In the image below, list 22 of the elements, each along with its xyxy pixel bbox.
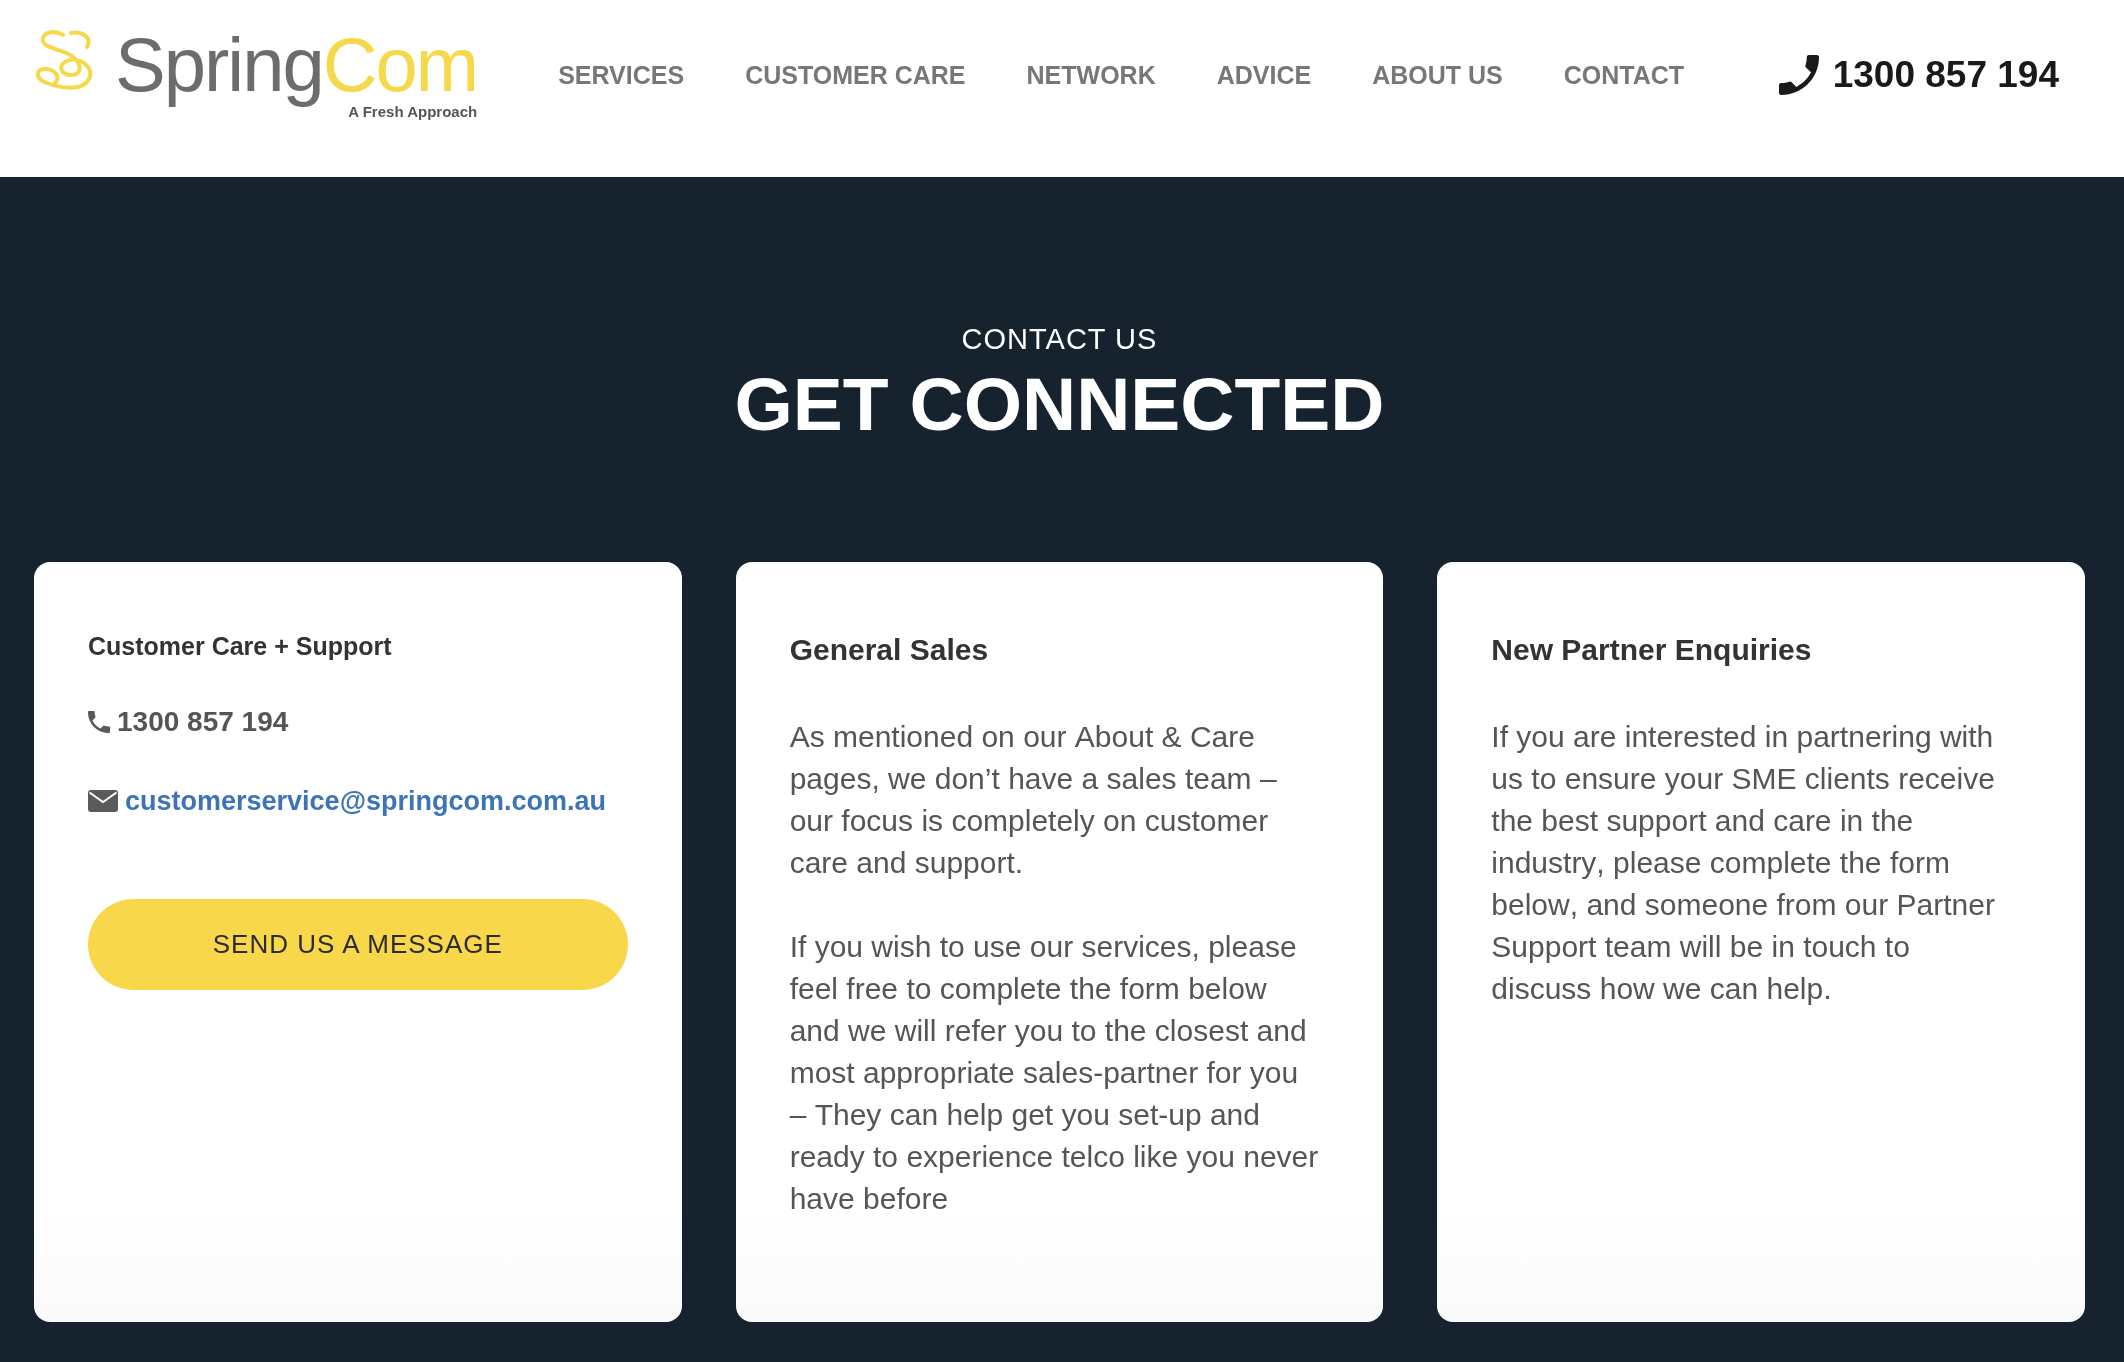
nav-link[interactable]: ABOUT US xyxy=(1372,59,1503,91)
nav-link[interactable]: CUSTOMER CARE xyxy=(745,59,966,91)
card-paragraph: As mentioned on our About & Care pages, we don’t have a sales team – our focus is completely on customer care and support. xyxy=(789,719,1278,881)
nav-link[interactable]: CONTACT xyxy=(1563,59,1685,91)
section-eyebrow: CONTACT US xyxy=(960,322,1159,356)
email-link[interactable]: customerservice@springcom.com.au xyxy=(125,783,606,819)
phone-icon xyxy=(1778,55,1819,95)
logo-tagline: A Fresh Approach xyxy=(348,103,478,120)
envelope-icon xyxy=(88,790,118,812)
send-message-button[interactable]: SEND US A MESSAGE xyxy=(88,899,628,990)
phone-icon xyxy=(88,711,110,733)
card-title: Customer Care + Support xyxy=(88,631,393,662)
card-title: General Sales xyxy=(789,632,990,668)
section-heading: GET CONNECTED xyxy=(733,364,1386,444)
card-paragraph: If you wish to use our services, please feel free to complete the form below and we will refer you to the closest and most appropriate sales-partner for you – They can help get you set-up and ready to experience telco like you never have before xyxy=(789,929,1320,1217)
card-paragraph: If you are interested in partnering with us to ensure your SME clients receive the best support and care in the industry, please complete the form below, and someone from our Partner Support team will be in touch to discuss how we can help. xyxy=(1491,719,1996,1007)
phone-number-link[interactable]: 1300 857 194 xyxy=(1832,53,2059,97)
card-title: New Partner Enquiries xyxy=(1491,632,1813,668)
nav-link[interactable]: NETWORK xyxy=(1026,59,1156,91)
phone-number: 1300 857 194 xyxy=(117,705,289,739)
nav-link[interactable]: ADVICE xyxy=(1216,59,1312,91)
nav-link[interactable]: SERVICES xyxy=(558,59,685,91)
